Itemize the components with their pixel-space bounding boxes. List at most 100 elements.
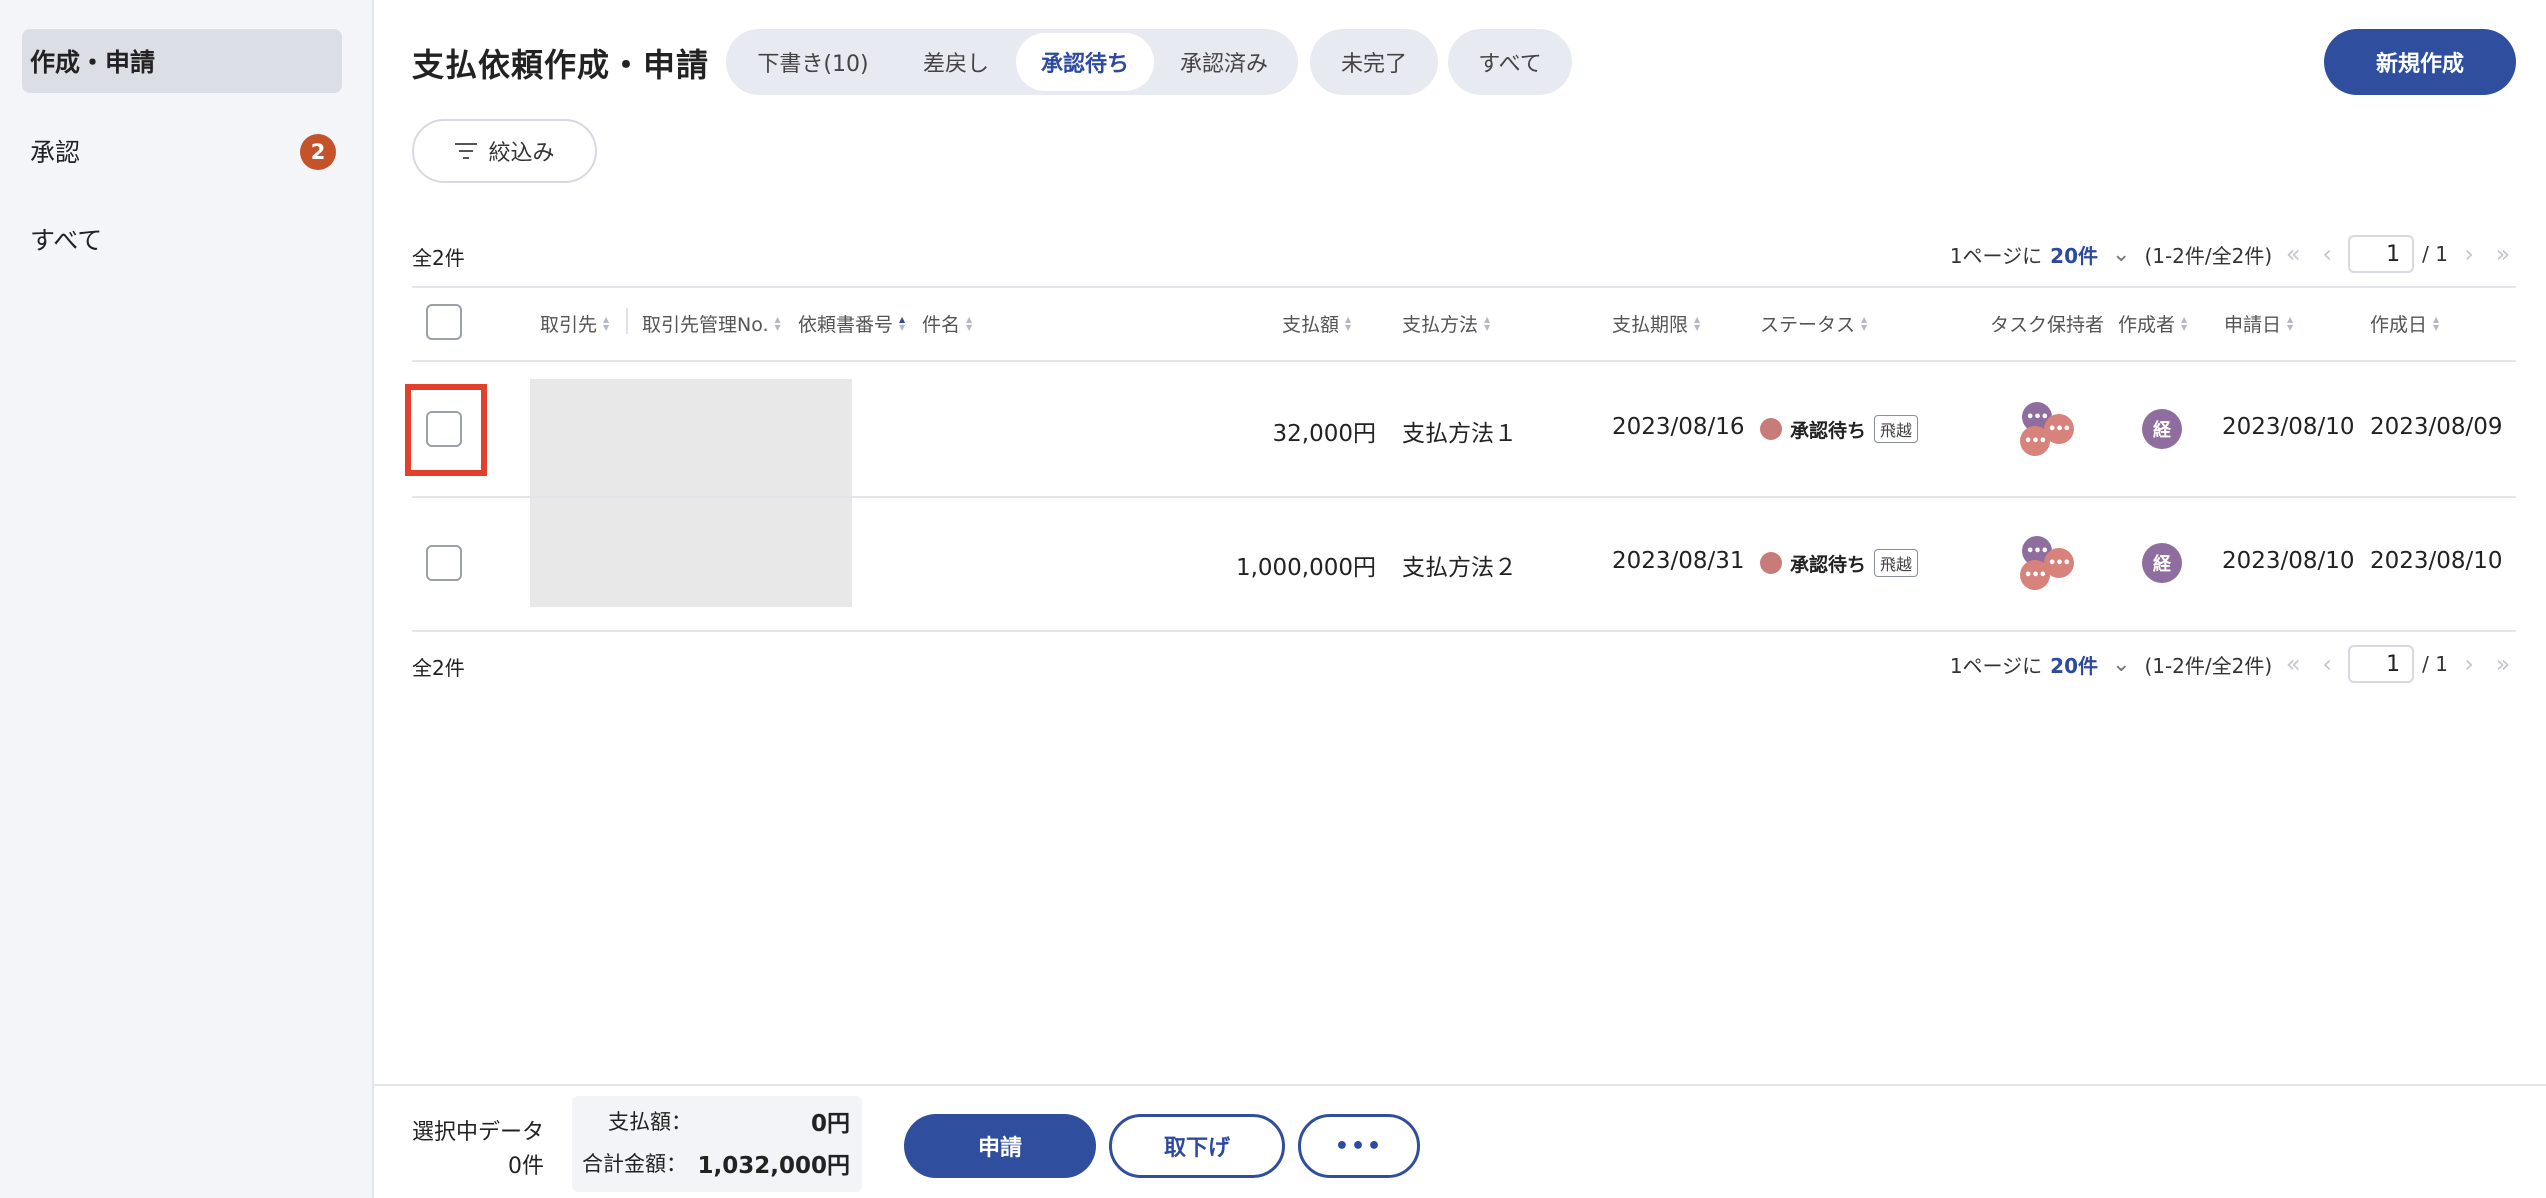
creator-avatar: 経 [2142, 409, 2182, 449]
per-page-select[interactable]: 20件 [2050, 240, 2098, 269]
tab-pending-approval[interactable]: 承認待ち [1016, 33, 1154, 91]
skip-tag: 飛越 [1874, 549, 1919, 577]
prev-page-icon[interactable]: ‹ [2314, 240, 2340, 268]
page-number-input[interactable] [2348, 645, 2415, 683]
total-count: 全2件 [412, 246, 465, 270]
tab-draft[interactable]: 下書き(10) [730, 33, 896, 91]
task-holder-avatars[interactable]: ••• ••• ••• [2018, 400, 2078, 460]
amount-label: 支払額： [608, 1110, 692, 1134]
avatar: ••• [2020, 426, 2050, 456]
filter-icon [454, 141, 478, 161]
pagination-bottom: 1ページに 20件 ⌄ (1-2件/全2件) « ‹ / 1 › » [1950, 644, 2516, 684]
more-actions-button[interactable]: ••• [1298, 1114, 1420, 1178]
cell-amount: 1,000,000円 [1235, 555, 1376, 581]
sort-icon: ▲ ▼ [1861, 314, 1868, 332]
cell-method: 支払方法１ [1402, 421, 1517, 447]
col-header-amount[interactable]: 支払額 ▲ ▼ [1282, 310, 1351, 337]
pagination-top: 1ページに 20件 ⌄ (1-2件/全2件) « ‹ / 1 › » [1950, 234, 2516, 274]
col-header-status[interactable]: ステータス ▲ ▼ [1760, 310, 1867, 337]
status-dot [1760, 418, 1782, 440]
cell-due: 2023/08/31 [1612, 548, 1745, 574]
col-header-created-date[interactable]: 作成日 ▲ ▼ [2370, 310, 2439, 337]
sort-icon: ▲ ▼ [2433, 314, 2440, 332]
new-create-button[interactable]: 新規作成 [2324, 29, 2516, 95]
sidebar-item-approval[interactable]: 承認 2 [22, 119, 342, 183]
status-text: 承認待ち [1790, 553, 1867, 576]
cell-status: 承認待ち 飛越 [1760, 549, 1919, 577]
selected-count: 0件 [508, 1154, 544, 1179]
amount-value: 0円 [810, 1111, 850, 1137]
per-page-select[interactable]: 20件 [2050, 650, 2098, 679]
col-header-partner-no[interactable]: 取引先管理No. ▲ ▼ [642, 310, 781, 337]
total-label: 合計金額： [582, 1152, 687, 1176]
row-divider [412, 496, 2516, 498]
select-all-checkbox[interactable] [426, 304, 462, 340]
sidebar-item-create-apply[interactable]: 作成・申請 [22, 29, 342, 93]
filter-button[interactable]: 絞込み [412, 119, 597, 183]
filter-button-label: 絞込み [488, 141, 555, 166]
cell-created-date: 2023/08/09 [2370, 414, 2503, 440]
cell-method: 支払方法２ [1402, 555, 1517, 581]
row-checkbox[interactable] [426, 545, 462, 581]
col-header-creator[interactable]: 作成者 ▲ ▼ [2118, 310, 2187, 337]
col-header-task-holder: タスク保持者 [1990, 314, 2105, 336]
action-footer: 選択中データ 0件 支払額： 0円 合計金額： 1,032,000円 申請 取下… [374, 1084, 2546, 1198]
chevron-down-icon[interactable]: ⌄ [2112, 242, 2130, 267]
page-number-input[interactable] [2348, 235, 2415, 273]
sidebar: 作成・申請 承認 2 すべて [0, 0, 374, 1198]
last-page-icon[interactable]: » [2490, 240, 2516, 268]
selected-data-label: 選択中データ [412, 1120, 545, 1145]
next-page-icon[interactable]: › [2456, 650, 2482, 678]
tab-returned[interactable]: 差戻し [896, 33, 1016, 91]
amount-summary: 支払額： 0円 合計金額： 1,032,000円 [572, 1096, 862, 1192]
cell-applied-date: 2023/08/10 [2222, 548, 2355, 574]
col-header-request-no[interactable]: 依頼書番号 ▲ ▼ [798, 310, 905, 337]
total-value: 1,032,000円 [697, 1153, 851, 1179]
per-page-prefix: 1ページに [1949, 653, 2043, 678]
per-page-prefix: 1ページに [1949, 243, 2043, 268]
col-header-due[interactable]: 支払期限 ▲ ▼ [1612, 310, 1700, 337]
tab-all[interactable]: すべて [1448, 29, 1572, 95]
col-header-partner[interactable]: 取引先 ▲ ▼ [540, 310, 609, 337]
cell-created-date: 2023/08/10 [2370, 548, 2503, 574]
sidebar-item-label: 作成・申請 [30, 48, 156, 77]
chevron-down-icon[interactable]: ⌄ [2112, 652, 2130, 677]
page-total: / 1 [2422, 652, 2448, 676]
col-header-applied-date[interactable]: 申請日 ▲ ▼ [2224, 310, 2293, 337]
col-header-subject[interactable]: 件名 ▲ ▼ [922, 310, 972, 337]
last-page-icon[interactable]: » [2490, 650, 2516, 678]
cell-applied-date: 2023/08/10 [2222, 414, 2355, 440]
cell-amount: 32,000円 [1272, 421, 1376, 447]
page-total: / 1 [2422, 242, 2448, 266]
sort-icon: ▲ ▼ [774, 314, 781, 332]
sidebar-item-label: 承認 [30, 138, 81, 167]
first-page-icon[interactable]: « [2280, 240, 2306, 268]
task-holder-avatars[interactable]: ••• ••• ••• [2018, 534, 2078, 594]
table-top-divider [412, 286, 2516, 288]
status-tab-group: 下書き(10) 差戻し 承認待ち 承認済み [726, 29, 1298, 95]
skip-tag: 飛越 [1874, 415, 1919, 443]
sort-icon: ▲ ▼ [2181, 314, 2188, 332]
range-text: (1-2件/全2件) [2144, 653, 2273, 678]
range-text: (1-2件/全2件) [2144, 243, 2273, 268]
status-text: 承認待ち [1790, 419, 1867, 442]
first-page-icon[interactable]: « [2280, 650, 2306, 678]
withdraw-button[interactable]: 取下げ [1109, 1114, 1285, 1178]
next-page-icon[interactable]: › [2456, 240, 2482, 268]
page-title: 支払依頼作成・申請 [412, 46, 710, 84]
sidebar-item-all[interactable]: すべて [22, 207, 342, 271]
col-header-method[interactable]: 支払方法 ▲ ▼ [1402, 310, 1490, 337]
highlight-box [405, 384, 487, 476]
avatar: ••• [2020, 560, 2050, 590]
table-header-divider [412, 360, 2516, 362]
total-count-bottom: 全2件 [412, 656, 465, 680]
creator-avatar: 経 [2142, 543, 2182, 583]
sort-icon: ▲ ▼ [603, 314, 610, 332]
column-separator [626, 308, 628, 334]
tab-approved[interactable]: 承認済み [1154, 33, 1294, 91]
prev-page-icon[interactable]: ‹ [2314, 650, 2340, 678]
apply-button[interactable]: 申請 [904, 1114, 1096, 1178]
status-dot [1760, 552, 1782, 574]
tab-incomplete[interactable]: 未完了 [1310, 29, 1438, 95]
sort-icon: ▲ ▼ [899, 314, 906, 332]
